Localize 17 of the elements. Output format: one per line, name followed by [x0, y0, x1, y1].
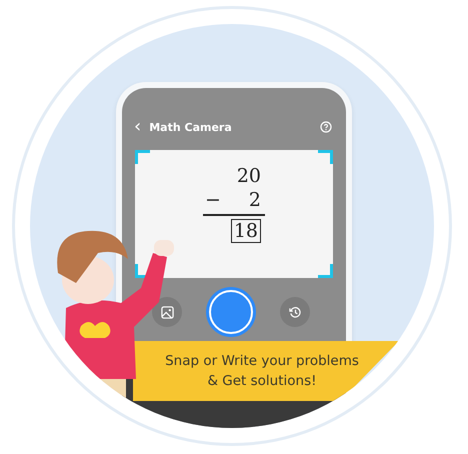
help-icon[interactable] — [320, 121, 332, 133]
math-number: 20 — [236, 164, 261, 188]
banner-text: Snap or Write your problems — [165, 352, 359, 371]
banner-text: & Get solutions! — [207, 372, 317, 391]
screen-title: Math Camera — [149, 120, 233, 134]
answer-number: 18 — [230, 219, 261, 243]
minus-sign: − — [204, 188, 221, 212]
image-icon — [160, 306, 174, 318]
gallery-button[interactable] — [152, 297, 182, 327]
history-icon — [288, 306, 302, 318]
back-button[interactable]: ‹ — [134, 120, 142, 134]
shutter-button[interactable] — [209, 290, 253, 334]
corner-bracket-icon — [318, 150, 333, 164]
corner-bracket-icon — [318, 264, 333, 278]
history-button[interactable] — [280, 297, 310, 327]
math-number: 2 — [248, 188, 261, 212]
corner-bracket-icon — [135, 150, 150, 164]
